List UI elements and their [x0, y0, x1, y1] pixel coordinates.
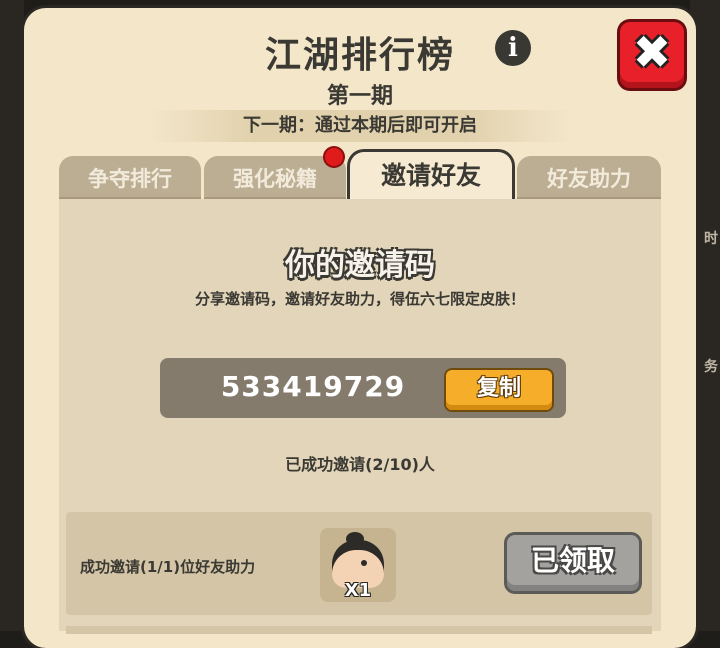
- invite-code-value: 533419729: [220, 370, 406, 403]
- next-period-banner: 下一期：通过本期后即可开启: [150, 110, 570, 142]
- panel-title: 江湖排行榜: [264, 35, 455, 76]
- tab-friend-assist[interactable]: 好友助力: [517, 156, 661, 200]
- next-reward-row: [66, 626, 652, 634]
- tab-upgrade-guide[interactable]: 强化秘籍: [204, 156, 346, 200]
- invited-count-status: 已成功邀请(2/10)人: [285, 455, 435, 474]
- close-icon: ✖: [632, 25, 672, 79]
- reward-quantity: X1: [344, 580, 372, 601]
- background-hint-text: 务: [704, 359, 718, 375]
- close-button[interactable]: ✖: [620, 22, 684, 88]
- tab-invite-friends[interactable]: 邀请好友: [350, 152, 512, 200]
- character-hair-bun: [346, 532, 364, 546]
- invite-description: 分享邀请码，邀请好友助力，得伍六七限定皮肤！: [194, 290, 525, 308]
- claimed-button[interactable]: 已领取: [507, 535, 639, 591]
- notification-badge: [325, 148, 343, 166]
- tab-ranking[interactable]: 争夺排行: [59, 156, 201, 200]
- reward-condition: 成功邀请(1/1)位好友助力: [80, 558, 256, 576]
- copy-button[interactable]: 复制: [446, 370, 552, 410]
- invite-code-title: 你的邀请码: [285, 248, 435, 283]
- character-eye: [361, 560, 367, 566]
- info-icon[interactable]: i: [495, 30, 531, 66]
- period-label: 第一期: [326, 84, 393, 109]
